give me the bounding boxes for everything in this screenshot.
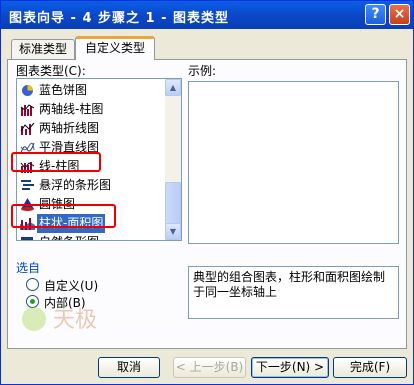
line-column-icon <box>20 104 35 116</box>
list-scrollbar[interactable]: ▲ ▼ <box>165 79 181 240</box>
cancel-button[interactable]: 取消 <box>98 357 160 378</box>
tab-custom-types[interactable]: 自定义类型 <box>75 36 155 60</box>
chart-wizard-window: 图表向导 - 4 步骤之 1 - 图表类型 ? × 标准类型 自定义类型 图表类… <box>0 0 414 385</box>
scroll-up-button[interactable]: ▲ <box>165 79 181 96</box>
floating-bar-icon <box>21 180 34 190</box>
scroll-down-button[interactable]: ▼ <box>165 223 181 240</box>
list-item-floating-bar[interactable]: 悬浮的条形图 <box>17 176 167 195</box>
tab-standard-types[interactable]: 标准类型 <box>11 39 75 59</box>
back-button[interactable]: < 上一步(B) <box>173 357 246 378</box>
list-item-blue-pie[interactable]: 蓝色饼图 <box>17 81 167 100</box>
close-button[interactable]: × <box>389 4 410 25</box>
radio-user-defined[interactable] <box>26 278 39 291</box>
bar-chart-icon <box>21 237 33 240</box>
list-item-label: 悬浮的条形图 <box>39 178 112 192</box>
list-item-label: 两轴折线图 <box>39 121 100 135</box>
pie-chart-icon <box>22 85 33 96</box>
chart-description: 典型的组合图表，柱形和面积图绘制于同一坐标轴上 <box>188 266 399 319</box>
list-item-label: 两轴线-柱图 <box>39 102 104 116</box>
chart-type-label: 图表类型(C): <box>16 64 86 78</box>
window-title: 图表向导 - 4 步骤之 1 - 图表类型 <box>9 11 230 26</box>
list-item-label: 蓝色饼图 <box>39 83 88 97</box>
svg-text:天极: 天极 <box>53 308 97 333</box>
finish-button[interactable]: 完成(F) <box>333 357 407 378</box>
preview-area <box>188 81 399 244</box>
help-button[interactable]: ? <box>365 4 386 25</box>
watermark-logo: 天极 <box>22 307 97 333</box>
next-button[interactable]: 下一步(N) > <box>251 357 329 378</box>
list-item-natural-bar[interactable]: 自然条形图 <box>17 233 167 240</box>
select-from-title: 选自 <box>16 261 41 275</box>
radio-user-defined-label[interactable]: 自定义(U) <box>44 277 98 294</box>
highlight-box-line-column <box>11 152 101 172</box>
title-bar[interactable]: 图表向导 - 4 步骤之 1 - 图表类型 ? × <box>1 1 413 29</box>
preview-label: 示例: <box>188 64 217 78</box>
list-item-label: 自然条形图 <box>39 233 99 240</box>
list-item-two-axis-line[interactable]: 两轴折线图 <box>17 119 167 138</box>
list-item-two-axis-line-column[interactable]: 两轴线-柱图 <box>17 100 167 119</box>
highlight-box-column-area <box>11 204 116 228</box>
line-chart-icon <box>20 122 35 135</box>
